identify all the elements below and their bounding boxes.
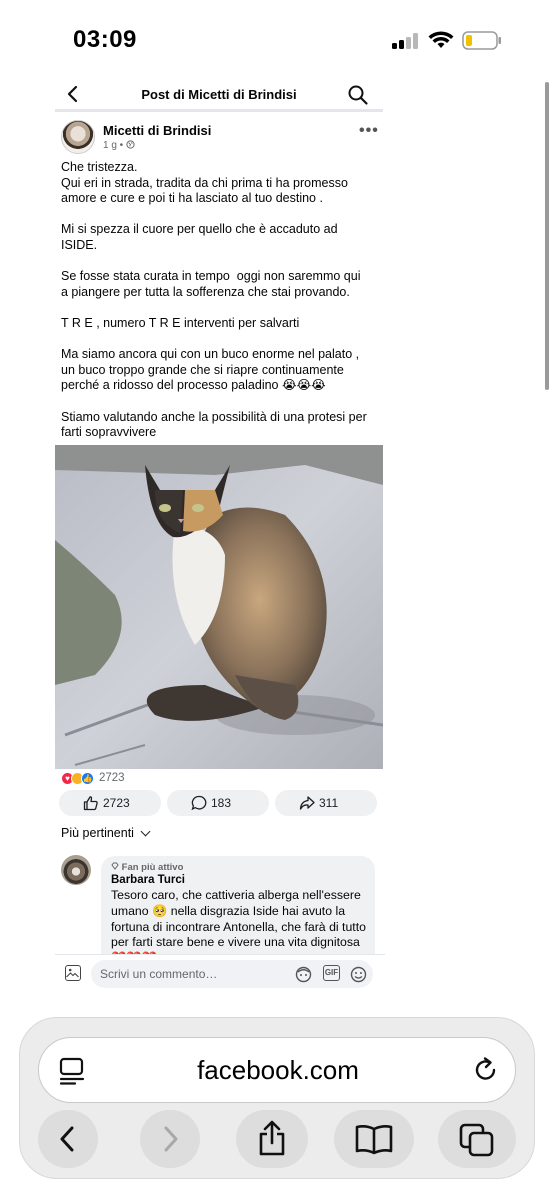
share-arrow-icon bbox=[299, 796, 315, 810]
top-fan-label: Fan più attivo bbox=[121, 862, 184, 873]
share-count: 311 bbox=[319, 796, 339, 810]
comment-bubble-icon bbox=[191, 795, 207, 811]
wifi-icon bbox=[428, 31, 454, 48]
post-photo-cat[interactable] bbox=[55, 445, 383, 769]
post-author-row: Micetti di Brindisi 1 g • ••• bbox=[61, 120, 383, 156]
cellular-signal-icon bbox=[392, 33, 420, 49]
status-time: 03:09 bbox=[73, 26, 137, 53]
comment-button[interactable]: 183 bbox=[167, 790, 269, 816]
tabs-icon bbox=[459, 1123, 494, 1157]
like-reaction-icon: 👍 bbox=[81, 772, 94, 785]
post-time: 1 g • bbox=[103, 140, 126, 151]
comment-sort-label: Più pertinenti bbox=[61, 826, 134, 840]
forward-button[interactable] bbox=[140, 1110, 200, 1168]
emoji-icon[interactable] bbox=[350, 966, 367, 983]
gif-button[interactable]: GIF bbox=[323, 965, 340, 981]
browser-toolbar: facebook.com bbox=[19, 1017, 535, 1179]
comment-sort-dropdown[interactable]: Più pertinenti bbox=[61, 826, 151, 840]
cat-photo bbox=[55, 445, 383, 769]
battery-icon bbox=[462, 31, 501, 50]
like-button[interactable]: 2723 bbox=[59, 790, 161, 816]
search-icon[interactable] bbox=[347, 84, 369, 106]
diamond-badge-icon bbox=[111, 862, 119, 870]
top-fan-badge: Fan più attivo bbox=[111, 862, 183, 873]
post-action-row: 2723 183 311 bbox=[59, 790, 381, 816]
more-options-icon[interactable]: ••• bbox=[359, 122, 379, 140]
globe-icon bbox=[126, 140, 135, 149]
add-photo-icon[interactable] bbox=[65, 965, 81, 981]
comment-count: 183 bbox=[211, 796, 232, 810]
post-meta: 1 g • bbox=[103, 140, 135, 151]
gif-label: GIF bbox=[324, 968, 339, 977]
page-avatar[interactable] bbox=[61, 120, 95, 154]
chevron-down-icon bbox=[140, 826, 151, 837]
chevron-left-icon bbox=[60, 1126, 74, 1152]
comment-composer: GIF bbox=[55, 954, 385, 990]
chevron-right-icon bbox=[164, 1126, 178, 1152]
like-count: 2723 bbox=[103, 796, 130, 810]
post-text: Che tristezza. Qui eri in strada, tradit… bbox=[61, 160, 367, 440]
address-bar[interactable]: facebook.com bbox=[38, 1037, 516, 1103]
back-button[interactable] bbox=[38, 1110, 98, 1168]
commenter-avatar[interactable] bbox=[61, 855, 91, 885]
thumbs-up-icon bbox=[83, 796, 98, 811]
reload-icon[interactable] bbox=[472, 1056, 500, 1084]
page-title: Post di Micetti di Brindisi bbox=[141, 87, 297, 102]
share-button[interactable]: 311 bbox=[275, 790, 377, 816]
reaction-summary[interactable]: ♥ 👍 2723 bbox=[61, 772, 261, 786]
share-icon bbox=[259, 1120, 285, 1156]
bookmarks-button[interactable] bbox=[334, 1110, 414, 1168]
scroll-indicator[interactable] bbox=[545, 82, 549, 390]
share-page-button[interactable] bbox=[236, 1110, 308, 1168]
url-text: facebook.com bbox=[197, 1055, 359, 1085]
reaction-count: 2723 bbox=[99, 772, 125, 784]
avatar-sticker-icon[interactable] bbox=[295, 966, 312, 983]
post-author-name[interactable]: Micetti di Brindisi bbox=[103, 123, 211, 138]
book-icon bbox=[355, 1125, 393, 1155]
status-bar: 03:09 bbox=[0, 0, 553, 80]
web-content: Post di Micetti di Brindisi Micetti di B… bbox=[55, 78, 385, 990]
comment-author[interactable]: Barbara Turci bbox=[111, 874, 185, 886]
tabs-button[interactable] bbox=[438, 1110, 516, 1168]
post-header: Post di Micetti di Brindisi bbox=[55, 78, 383, 112]
